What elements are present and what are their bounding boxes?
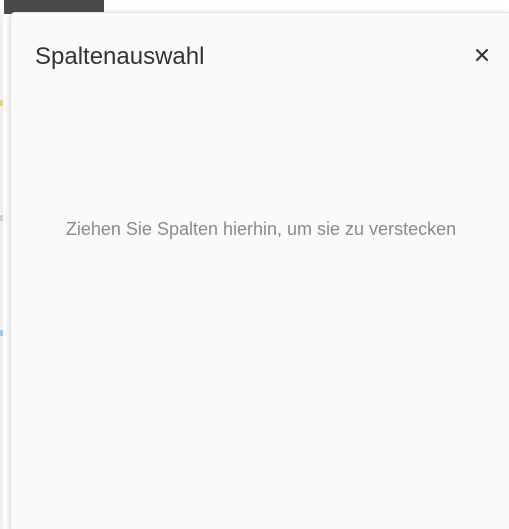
column-chooser-header[interactable]: Spaltenauswahl [11,13,509,93]
screen: Spaltenauswahl Ziehen Sie Spalten hierhi… [0,0,509,529]
column-chooser-title: Spaltenauswahl [35,43,205,70]
close-icon [475,48,489,62]
column-chooser-dialog: Spaltenauswahl Ziehen Sie Spalten hierhi… [10,12,509,529]
background-marker [0,330,3,336]
background-edge [0,14,3,529]
column-drop-area[interactable]: Ziehen Sie Spalten hierhin, um sie zu ve… [11,93,509,529]
background-marker [0,100,3,106]
close-button[interactable] [466,39,498,71]
empty-drop-message: Ziehen Sie Spalten hierhin, um sie zu ve… [65,219,457,239]
background-marker [0,215,3,221]
